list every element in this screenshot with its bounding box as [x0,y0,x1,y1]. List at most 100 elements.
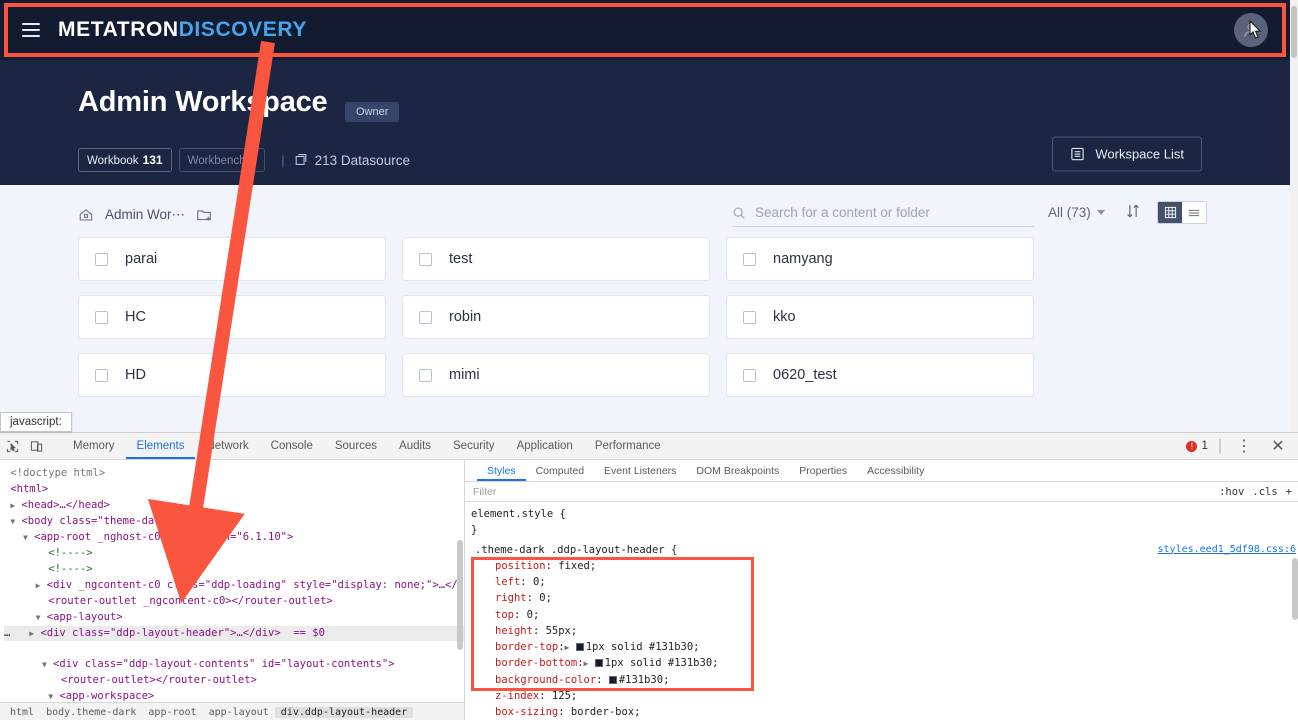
styles-scrollbar-thumb[interactable] [1292,558,1298,620]
css-source-link[interactable]: styles.eed1_5df98.css:6 [1158,542,1296,558]
breadcrumb-node[interactable]: app-layout [203,707,275,718]
list-item[interactable]: kko [726,295,1034,339]
tab-elements[interactable]: Elements [126,433,196,459]
dom-line[interactable]: ▼ <app-workspace> [4,690,154,702]
tab-dom-breakpoints[interactable]: DOM Breakpoints [686,460,789,481]
dom-line[interactable]: ▶ <head>…</head> [4,499,110,511]
list-item[interactable]: 0620_test [726,353,1034,397]
list-item[interactable]: namyang [726,237,1034,281]
dom-tree[interactable]: <!doctype html> <html> ▶ <head>…</head> … [0,460,464,720]
hov-toggle[interactable]: :hov [1219,486,1244,498]
element-style-rule[interactable]: element.style { } [471,506,1298,539]
list-view-icon[interactable] [1182,202,1206,223]
error-count-badge[interactable]: ! 1 [1186,440,1208,452]
view-toggle[interactable] [1157,201,1207,224]
tab-accessibility[interactable]: Accessibility [857,460,934,481]
dom-line[interactable]: ▼ <div class="ddp-layout-contents" id="l… [4,658,395,670]
breadcrumb-current[interactable]: Admin Wor⋯ [105,207,185,223]
workbook-chip[interactable]: Workbook 131 [78,148,172,172]
tab-computed[interactable]: Computed [526,460,594,481]
css-declaration[interactable]: left: 0; [495,574,1298,590]
breadcrumb-node-current[interactable]: div.ddp-layout-header [274,706,414,718]
tab-performance[interactable]: Performance [584,433,672,459]
dom-line[interactable]: <router-outlet _ngcontent-c0></router-ou… [4,595,332,607]
item-checkbox[interactable] [743,368,756,382]
new-style-rule-icon[interactable]: + [1286,486,1292,498]
device-toolbar-icon[interactable] [24,434,48,458]
dom-line[interactable]: <!----> [4,547,92,559]
tab-memory[interactable]: Memory [62,433,126,459]
dom-line[interactable]: <html> [4,483,48,495]
home-icon[interactable] [78,207,94,223]
dom-scrollbar[interactable] [456,460,463,720]
breadcrumb-node[interactable]: app-root [142,707,202,718]
inspect-element-icon[interactable] [0,434,24,458]
css-declaration[interactable]: border-top:▶ 1px solid #131b30; [495,639,1298,655]
dom-line[interactable]: ▶ <div _ngcontent-c0 class="ddp-loading"… [4,579,464,591]
tab-security[interactable]: Security [442,433,506,459]
css-declaration[interactable]: height: 55px; [495,623,1298,639]
css-rule-theme-dark[interactable]: styles.eed1_5df98.css:6 .theme-dark .ddp… [471,539,1298,720]
workspace-list-button[interactable]: Workspace List [1052,136,1202,172]
css-declaration[interactable]: top: 0; [495,607,1298,623]
tab-network[interactable]: Network [195,433,259,459]
dom-tree-pane[interactable]: <!doctype html> <html> ▶ <head>…</head> … [0,460,465,720]
list-item[interactable]: HC [78,295,386,339]
tab-application[interactable]: Application [506,433,584,459]
styles-filter-input[interactable] [473,485,1113,498]
css-declaration[interactable]: box-sizing: border-box; [495,704,1298,720]
item-checkbox[interactable] [743,252,756,266]
cls-toggle[interactable]: .cls [1252,486,1277,498]
color-swatch[interactable] [608,675,617,684]
css-rules[interactable]: element.style { } styles.eed1_5df98.css:… [465,502,1298,720]
content-filter-dropdown[interactable]: All (73) [1048,205,1105,220]
workbench-chip[interactable]: Workbench 1 [178,148,266,172]
list-item[interactable]: robin [402,295,710,339]
css-declaration[interactable]: border-bottom:▶ 1px solid #131b30; [495,655,1298,671]
item-checkbox[interactable] [419,252,432,266]
item-checkbox[interactable] [419,310,432,324]
item-checkbox[interactable] [419,368,432,382]
breadcrumb-node[interactable]: html [4,707,40,718]
tab-audits[interactable]: Audits [388,433,442,459]
tab-sources[interactable]: Sources [324,433,388,459]
tab-styles[interactable]: Styles [477,460,526,481]
dom-line-selected[interactable]: … ▶ <div class="ddp-layout-header">…</di… [4,625,464,642]
avatar[interactable] [1234,13,1268,47]
dom-scrollbar-thumb[interactable] [457,540,463,650]
dom-line[interactable]: <!----> [4,563,92,575]
search-box[interactable] [732,205,1034,227]
new-folder-icon[interactable] [196,207,213,223]
dom-line[interactable]: ▼ <app-layout> [4,611,123,623]
close-icon[interactable]: ✕ [1266,434,1290,458]
tab-properties[interactable]: Properties [789,460,857,481]
css-declaration[interactable]: z-index: 125; [495,688,1298,704]
page-scrollbar[interactable] [1290,0,1298,432]
page-scrollbar-thumb[interactable] [1291,6,1297,58]
item-checkbox[interactable] [95,310,108,324]
grid-view-icon[interactable] [1158,202,1182,223]
list-item[interactable]: test [402,237,710,281]
dom-line[interactable]: ▼ <body class="theme-dark"> [4,515,179,527]
color-swatch[interactable] [575,643,584,652]
color-swatch[interactable] [594,659,603,668]
breadcrumb-node[interactable]: body.theme-dark [40,707,142,718]
item-checkbox[interactable] [95,368,108,382]
hamburger-icon[interactable] [22,23,40,37]
list-item[interactable]: mimi [402,353,710,397]
styles-scrollbar[interactable] [1291,502,1298,720]
tab-event-listeners[interactable]: Event Listeners [594,460,686,481]
list-item[interactable]: HD [78,353,386,397]
css-declaration[interactable]: position: fixed; [495,558,1298,574]
css-declaration[interactable]: right: 0; [495,590,1298,606]
item-checkbox[interactable] [743,310,756,324]
dom-line[interactable]: <router-outlet></router-outlet> [4,674,257,686]
css-declaration[interactable]: background-color: #131b30; [495,672,1298,688]
list-item[interactable]: parai [78,237,386,281]
devtools-more-menu-icon[interactable]: ⋮ [1232,434,1256,458]
dom-line[interactable]: ▼ <app-root _nghost-c0 ng-version="6.1.1… [4,531,293,543]
search-input[interactable] [755,205,1015,220]
tab-console[interactable]: Console [260,433,324,459]
sort-icon[interactable] [1124,202,1142,225]
brand-logo[interactable]: METATRONDISCOVERY [58,18,307,42]
